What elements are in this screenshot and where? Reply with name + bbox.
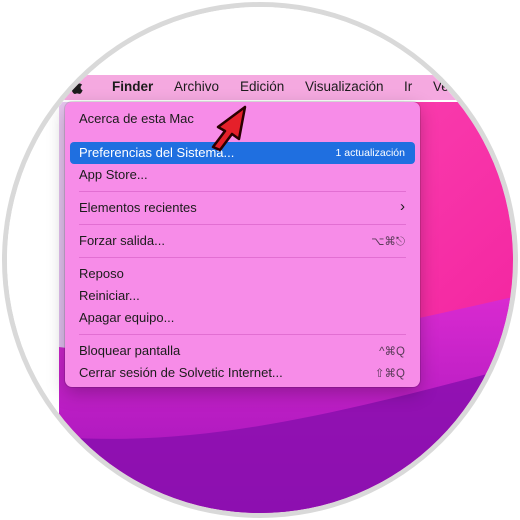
menu-item-label: Apagar equipo... — [79, 310, 175, 325]
menu-item-restart[interactable]: Reiniciar... — [70, 285, 415, 307]
menubar-app-name[interactable]: Finder — [112, 79, 153, 94]
menu-item-app-store[interactable]: App Store... — [70, 164, 415, 186]
menu-item-recent-items[interactable]: Elementos recientes › — [70, 197, 415, 219]
menubar-item-visualizacion[interactable]: Visualización — [305, 79, 384, 94]
menu-separator — [79, 257, 406, 258]
shortcut-lock-screen: ^⌘Q — [379, 346, 405, 358]
zoom-circle: Finder Archivo Edición Visualización Ir … — [7, 7, 513, 513]
apple-logo-icon[interactable] — [68, 78, 86, 96]
menu-item-label: Acerca de esta Mac — [79, 111, 194, 126]
menu-item-label: Bloquear pantalla — [79, 343, 181, 358]
shortcut-log-out: ⇧⌘Q — [374, 368, 405, 380]
menu-item-lock-screen[interactable]: Bloquear pantalla ^⌘Q — [70, 340, 415, 362]
menu-separator — [79, 224, 406, 225]
red-pointer-arrow-icon — [211, 105, 247, 152]
menubar-item-ver[interactable]: Ver — [433, 79, 453, 94]
menu-item-label: App Store... — [79, 167, 148, 182]
update-badge: 1 actualización — [335, 147, 405, 159]
menu-item-label: Reposo — [79, 266, 124, 281]
menu-item-sleep[interactable]: Reposo — [70, 263, 415, 285]
menubar-item-edicion[interactable]: Edición — [240, 79, 284, 94]
menu-separator — [79, 191, 406, 192]
menubar-item-ir[interactable]: Ir — [404, 79, 412, 94]
menu-item-label: Forzar salida... — [79, 233, 165, 248]
menubar-item-archivo[interactable]: Archivo — [174, 79, 219, 94]
menu-item-label: Reiniciar... — [79, 288, 140, 303]
menu-item-shutdown[interactable]: Apagar equipo... — [70, 307, 415, 329]
menu-item-label: Cerrar sesión de Solvetic Internet... — [79, 365, 283, 380]
menu-item-log-out[interactable]: Cerrar sesión de Solvetic Internet... ⇧⌘… — [70, 362, 415, 384]
menu-item-force-quit[interactable]: Forzar salida... ⌥⌘⎋ — [70, 230, 415, 252]
menu-separator — [79, 334, 406, 335]
shortcut-force-quit: ⌥⌘⎋ — [371, 236, 405, 248]
chevron-right-icon: › — [400, 198, 405, 215]
menu-bar: Finder Archivo Edición Visualización Ir … — [7, 75, 513, 100]
menu-item-label: Elementos recientes — [79, 200, 197, 215]
